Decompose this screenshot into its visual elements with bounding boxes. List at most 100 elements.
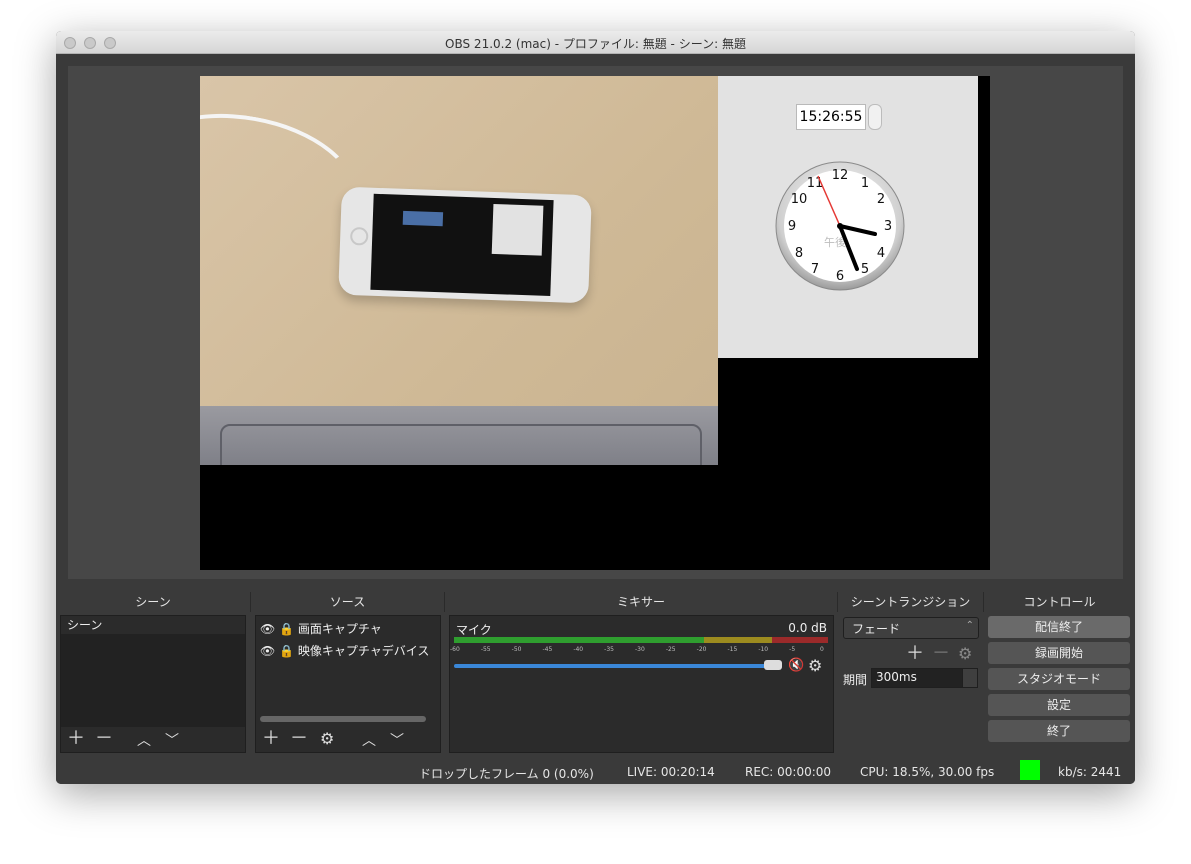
visibility-eye-icon[interactable]: 👁	[260, 644, 275, 658]
duration-stepper[interactable]	[962, 668, 978, 688]
meter-scale-tick: -25	[665, 646, 676, 653]
duration-value: 300ms	[876, 670, 917, 684]
rec-status: REC: 00:00:00	[745, 765, 832, 779]
stream-health-indicator	[1020, 760, 1040, 780]
home-button-shape	[349, 226, 369, 246]
clock-number-7: 7	[811, 262, 819, 277]
clock-number-9: 9	[788, 219, 796, 234]
mute-speaker-icon[interactable]: 🔇	[788, 658, 804, 673]
live-status: LIVE: 00:20:14	[627, 765, 715, 779]
scenes-empty-area	[61, 634, 245, 727]
clock-number-4: 4	[877, 246, 885, 261]
sources-scrollbar[interactable]	[260, 716, 426, 722]
meter-yellow-zone	[704, 637, 772, 643]
preview-canvas[interactable]: 15:26:55 12 1 2 3 4 5 6 7 8 9 10 11 午後	[200, 76, 990, 570]
controls-dock-title: コントロール	[1023, 595, 1096, 609]
nested-clock-shape	[491, 203, 544, 256]
source-row-video-capture[interactable]: 👁 🔒 映像キャプチャデバイス	[260, 642, 440, 659]
meter-scale-tick: -60	[450, 646, 460, 653]
clock-number-3: 3	[884, 219, 892, 234]
audio-mixer: マイク 0.0 dB -60 -55 -50 -45 -40 -35 -30 -25 -20 -1…	[449, 615, 834, 753]
scene-item[interactable]: シーン	[61, 616, 245, 634]
sources-list[interactable]: 👁 🔒 画面キャプチャ 👁 🔒 映像キャプチャデバイス ＋ － ⚙ ︿ ﹀	[255, 615, 441, 753]
move-scene-down-icon[interactable]: ﹀	[165, 732, 179, 750]
remove-scene-icon[interactable]: －	[95, 730, 113, 748]
remove-transition-icon[interactable]: －	[932, 645, 950, 663]
video-capture-source[interactable]	[200, 76, 718, 465]
meter-red-zone	[772, 637, 828, 643]
add-source-icon[interactable]: ＋	[262, 730, 280, 748]
mixer-settings-gear-icon[interactable]: ⚙	[808, 656, 822, 675]
preview-area[interactable]: 15:26:55 12 1 2 3 4 5 6 7 8 9 10 11 午後	[68, 66, 1123, 579]
dock-panels: シーン ソース ミキサー シーントランジション コントロール シーン ＋ － ︿…	[56, 591, 1135, 784]
volume-slider-thumb[interactable]	[764, 660, 782, 670]
duration-input[interactable]: 300ms	[871, 668, 963, 688]
transitions-dock-title: シーントランジション	[838, 592, 984, 612]
phone-image	[338, 186, 592, 304]
source-row-screen-capture[interactable]: 👁 🔒 画面キャプチャ	[260, 620, 382, 637]
mixer-channel-name: マイク	[456, 623, 492, 637]
exit-button[interactable]: 終了	[988, 720, 1130, 742]
meter-scale-tick: -45	[542, 646, 553, 653]
visibility-eye-icon[interactable]: 👁	[260, 622, 275, 636]
select-chevron-icon: ⌃	[965, 620, 974, 631]
settings-button[interactable]: 設定	[988, 694, 1130, 716]
mixer-db-value: 0.0 dB	[788, 621, 827, 635]
laptop-edge	[200, 406, 718, 465]
clock-number-1: 1	[861, 176, 869, 191]
clock-number-6: 6	[836, 269, 844, 284]
meter-scale-tick: -20	[696, 646, 707, 653]
lock-icon[interactable]: 🔒	[279, 644, 294, 658]
transition-type: フェード	[852, 622, 901, 636]
mixer-dock-title: ミキサー	[445, 592, 838, 612]
scenes-dock-title: シーン	[56, 592, 251, 612]
transition-properties-gear-icon[interactable]: ⚙	[958, 645, 972, 663]
cpu-status: CPU: 18.5%, 30.00 fps	[860, 765, 995, 779]
meter-scale-tick: -50	[511, 646, 522, 653]
window-title: OBS 21.0.2 (mac) - プロファイル: 無題 - シーン: 無題	[445, 37, 746, 51]
meter-scale-tick: -5	[789, 646, 796, 653]
add-scene-icon[interactable]: ＋	[67, 730, 85, 748]
stop-streaming-button[interactable]: 配信終了	[988, 616, 1130, 638]
meter-green-zone	[454, 637, 704, 643]
clock-center	[837, 223, 843, 229]
clock-number-5: 5	[861, 262, 869, 277]
move-source-down-icon[interactable]: ﹀	[390, 732, 404, 750]
meter-scale-tick: -40	[573, 646, 584, 653]
clock-number-2: 2	[877, 192, 885, 207]
transition-select[interactable]: フェード ⌃	[843, 617, 979, 639]
meter-scale-tick: -55	[480, 646, 491, 653]
remove-source-icon[interactable]: －	[290, 730, 308, 748]
meter-scale-tick: -35	[604, 646, 614, 653]
move-scene-up-icon[interactable]: ︿	[137, 732, 151, 750]
nested-phone-shape	[402, 210, 444, 227]
title-bar: OBS 21.0.2 (mac) - プロファイル: 無題 - シーン: 無題	[56, 31, 1135, 54]
kbps-status: kb/s: 2441	[1058, 765, 1122, 779]
source-label: 映像キャプチャデバイス	[297, 644, 430, 658]
sources-dock-title: ソース	[251, 592, 445, 612]
start-recording-button[interactable]: 録画開始	[988, 642, 1130, 664]
duration-label: 期間	[843, 673, 868, 687]
move-source-up-icon[interactable]: ︿	[362, 732, 376, 750]
screen-capture-source[interactable]: 15:26:55 12 1 2 3 4 5 6 7 8 9 10 11 午後	[718, 76, 978, 358]
clock-number-8: 8	[795, 246, 803, 261]
meter-scale-tick: 0	[820, 646, 824, 653]
lock-icon[interactable]: 🔒	[279, 622, 294, 636]
audio-meter	[454, 637, 828, 643]
time-field: 15:26:55	[796, 104, 866, 130]
source-properties-gear-icon[interactable]: ⚙	[320, 730, 334, 748]
phone-screen	[370, 193, 554, 297]
meter-scale-tick: -30	[635, 646, 645, 653]
meter-scale: -60 -55 -50 -45 -40 -35 -30 -25 -20 -15 -10 -5 0	[450, 646, 833, 654]
trackpad-shape	[220, 424, 702, 465]
time-stepper	[868, 104, 882, 130]
dropped-frames-status: ドロップしたフレーム 0 (0.0%)	[419, 767, 594, 781]
clock-number-12: 12	[832, 168, 849, 183]
analog-clock: 12 1 2 3 4 5 6 7 8 9 10 11 午後	[775, 161, 905, 291]
scenes-list[interactable]: シーン ＋ － ︿ ﹀	[60, 615, 246, 753]
meter-scale-tick: -15	[727, 646, 738, 653]
volume-slider-track[interactable]	[454, 664, 778, 668]
studio-mode-button[interactable]: スタジオモード	[988, 668, 1130, 690]
add-transition-icon[interactable]: ＋	[906, 645, 924, 663]
source-label: 画面キャプチャ	[297, 622, 382, 636]
